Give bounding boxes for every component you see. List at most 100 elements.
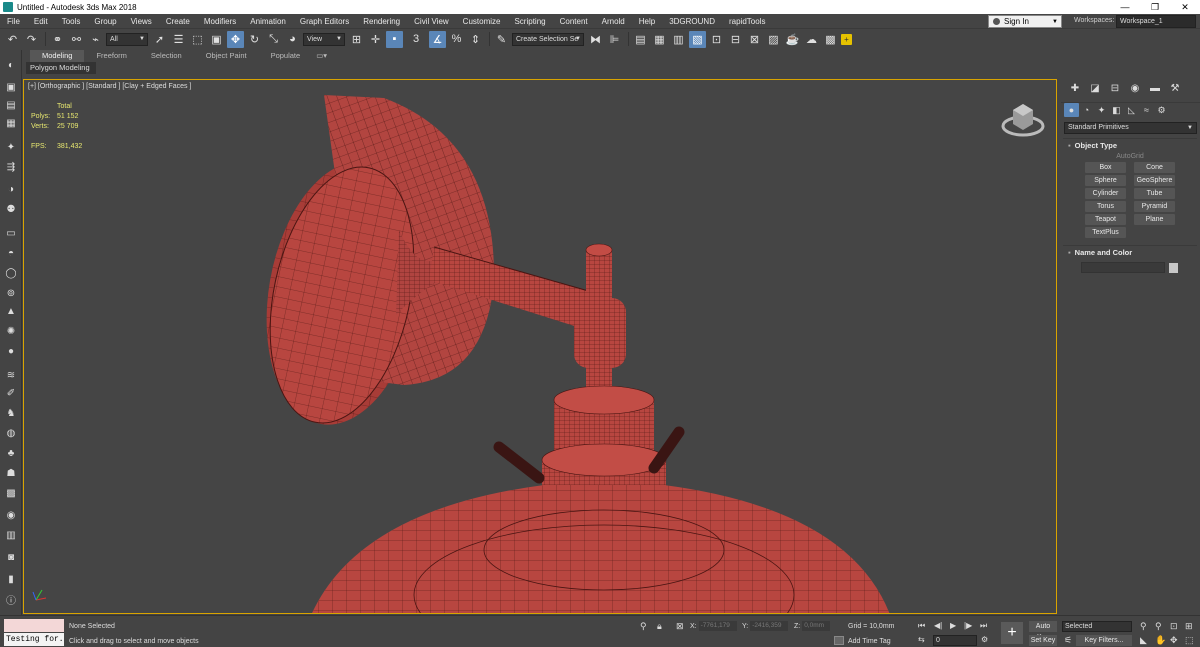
menu-customize[interactable]: Customize — [456, 17, 508, 26]
perspective-viewport[interactable]: [+] [Orthographic ] [Standard ] [Clay + … — [23, 79, 1057, 614]
display-tab-icon[interactable]: ▬ — [1145, 83, 1165, 99]
snaps-toggle-icon[interactable]: 3 — [405, 31, 427, 48]
ribbon-tab-object-paint[interactable]: Object Paint — [194, 50, 259, 62]
auto-key-button[interactable]: Auto Key — [1029, 621, 1057, 641]
light-icon[interactable]: ✦ — [3, 140, 19, 154]
shapes-icon[interactable]: ⇶ — [3, 160, 19, 174]
key-selection-dropdown[interactable]: Selected — [1062, 621, 1132, 632]
rect-selection-icon[interactable]: ⬚ — [189, 31, 206, 48]
layers-icon[interactable]: ▦ — [3, 116, 19, 130]
hair-icon[interactable]: ≋ — [3, 368, 19, 382]
space-warps-icon[interactable]: ≈ — [1139, 103, 1154, 117]
cone-button[interactable]: Cone — [1134, 162, 1175, 173]
previous-frame-icon[interactable]: ◀| — [934, 621, 942, 630]
field-of-view-icon[interactable]: ◣ — [1140, 635, 1147, 646]
utilities-tab-icon[interactable]: ⚒ — [1165, 83, 1185, 99]
angle-snap-icon[interactable]: ∡ — [429, 30, 446, 48]
bind-space-warp-icon[interactable]: ⌁ — [87, 31, 104, 48]
tree-icon[interactable]: ♣ — [3, 446, 19, 460]
zoom-all-icon[interactable]: ⚲ — [1155, 621, 1162, 632]
maxscript-listener-input[interactable] — [4, 619, 64, 632]
menu-create[interactable]: Create — [159, 17, 197, 26]
menu-views[interactable]: Views — [124, 17, 159, 26]
teapot-button[interactable]: Teapot — [1085, 214, 1126, 225]
pivot-center-icon[interactable]: ⊞ — [348, 31, 365, 48]
autogrid-checkbox[interactable]: AutoGrid — [1063, 153, 1197, 160]
workspace-dropdown[interactable]: Workspace_1 — [1116, 15, 1196, 28]
key-mode-icon[interactable]: ⇆ — [918, 635, 925, 644]
named-selection-dropdown[interactable]: Create Selection Se ▼ — [512, 32, 584, 46]
menu-modifiers[interactable]: Modifiers — [197, 17, 243, 26]
hierarchy-tab-icon[interactable]: ⊟ — [1105, 83, 1125, 99]
plane-icon[interactable]: ▭ — [3, 226, 19, 240]
minimize-button[interactable]: — — [1110, 0, 1140, 14]
spinner-snap-icon[interactable]: ⇕ — [467, 31, 484, 48]
particles-icon[interactable]: ⚉ — [3, 202, 19, 216]
pyramid-button[interactable]: Pyramid — [1134, 201, 1175, 212]
x-field[interactable]: -7761,179 — [698, 621, 737, 631]
current-frame-field[interactable]: 0 — [933, 635, 977, 646]
object-name-input[interactable] — [1081, 262, 1165, 273]
create-tab-icon[interactable]: ✚ — [1065, 83, 1085, 99]
object-type-header[interactable]: ▪ Object Type — [1063, 139, 1197, 153]
ribbon-tab-modeling[interactable]: Modeling — [30, 49, 85, 62]
tube-button[interactable]: Tube — [1134, 188, 1175, 199]
dome-icon[interactable]: ◓ — [3, 246, 19, 260]
select-object-icon[interactable]: ➚ — [151, 31, 168, 48]
helpers-icon[interactable]: ◺ — [1124, 103, 1139, 117]
time-tag-icon[interactable] — [834, 636, 844, 645]
create-panel-icon[interactable]: ▣ — [3, 80, 19, 94]
rendered-frame-window-icon[interactable]: ▨ — [765, 31, 782, 48]
box-button[interactable]: Box — [1085, 162, 1126, 173]
orbit-icon[interactable]: ✥ — [1170, 635, 1178, 646]
sun-icon[interactable]: ✺ — [3, 324, 19, 338]
maxscript-output[interactable]: Testing for. — [4, 633, 64, 646]
lights-icon[interactable]: ✦ — [1094, 103, 1109, 117]
stack-icon[interactable]: ▮ — [3, 572, 19, 586]
close-button[interactable]: ✕ — [1170, 0, 1200, 14]
motion-tab-icon[interactable]: ◉ — [1125, 83, 1145, 99]
zoom-extents-icon[interactable]: ⊡ — [1170, 621, 1178, 632]
ribbon-options-icon[interactable]: ▭▾ — [312, 50, 331, 62]
torus-button[interactable]: Torus — [1085, 201, 1126, 212]
ribbon-tab-populate[interactable]: Populate — [259, 50, 313, 62]
name-and-color-header[interactable]: ▪ Name and Color — [1063, 246, 1197, 260]
select-by-name-icon[interactable]: ☰ — [170, 31, 187, 48]
render-production-icon[interactable]: ☕ — [784, 31, 801, 48]
cylinder-button[interactable]: Cylinder — [1085, 188, 1126, 199]
select-and-move-icon[interactable]: ✥ — [227, 30, 244, 48]
shapes-icon[interactable]: ◔ — [1079, 103, 1094, 117]
curve-editor-icon[interactable]: ▧ — [689, 30, 706, 48]
reference-coordinate-dropdown[interactable]: View ▼ — [303, 32, 345, 46]
select-manipulate-icon[interactable]: ✛ — [367, 31, 384, 48]
selection-filter-dropdown[interactable]: All ▼ — [106, 32, 148, 46]
cameras-icon[interactable]: ◧ — [1109, 103, 1124, 117]
plugin-icon[interactable]: + — [841, 33, 852, 45]
scene-explorer-icon[interactable]: ◐ — [3, 58, 19, 72]
play-icon[interactable]: ▶ — [950, 621, 956, 630]
selection-lock-icon[interactable]: 🔒︎ — [657, 621, 662, 632]
a360-gallery-icon[interactable]: ▩ — [822, 31, 839, 48]
menu-edit[interactable]: Edit — [27, 17, 55, 26]
menu-civil-view[interactable]: Civil View — [407, 17, 456, 26]
render-icon[interactable]: ◙ — [3, 550, 19, 564]
helper-icon[interactable]: ◑ — [3, 182, 19, 196]
key-filters-button[interactable]: Key Filters... — [1076, 635, 1132, 646]
pan-icon[interactable]: ✋ — [1155, 635, 1166, 646]
go-to-start-icon[interactable]: ⏮ — [918, 621, 925, 631]
render-in-cloud-icon[interactable]: ☁ — [803, 31, 820, 48]
geosphere-button[interactable]: GeoSphere — [1134, 175, 1175, 186]
isolate-selection-icon[interactable]: ⚲ — [640, 621, 647, 632]
edit-named-selection-icon[interactable]: ✎ — [493, 31, 510, 48]
toggle-ribbon-icon[interactable]: ▥ — [670, 31, 687, 48]
menu-rapidtools[interactable]: rapidTools — [722, 17, 772, 26]
maximize-viewport-icon[interactable]: ⬚ — [1185, 635, 1194, 646]
go-to-end-icon[interactable]: ⏭ — [980, 621, 987, 631]
object-color-swatch[interactable] — [1169, 262, 1178, 273]
sphere-gold-icon[interactable]: ● — [3, 344, 19, 358]
pattern-icon[interactable]: ▩ — [3, 486, 19, 500]
earth-icon[interactable]: ◉ — [3, 508, 19, 522]
align-icon[interactable]: ⊫ — [606, 31, 623, 48]
layer-explorer-icon[interactable]: ▦ — [651, 31, 668, 48]
paint-icon[interactable]: ✐ — [3, 386, 19, 400]
